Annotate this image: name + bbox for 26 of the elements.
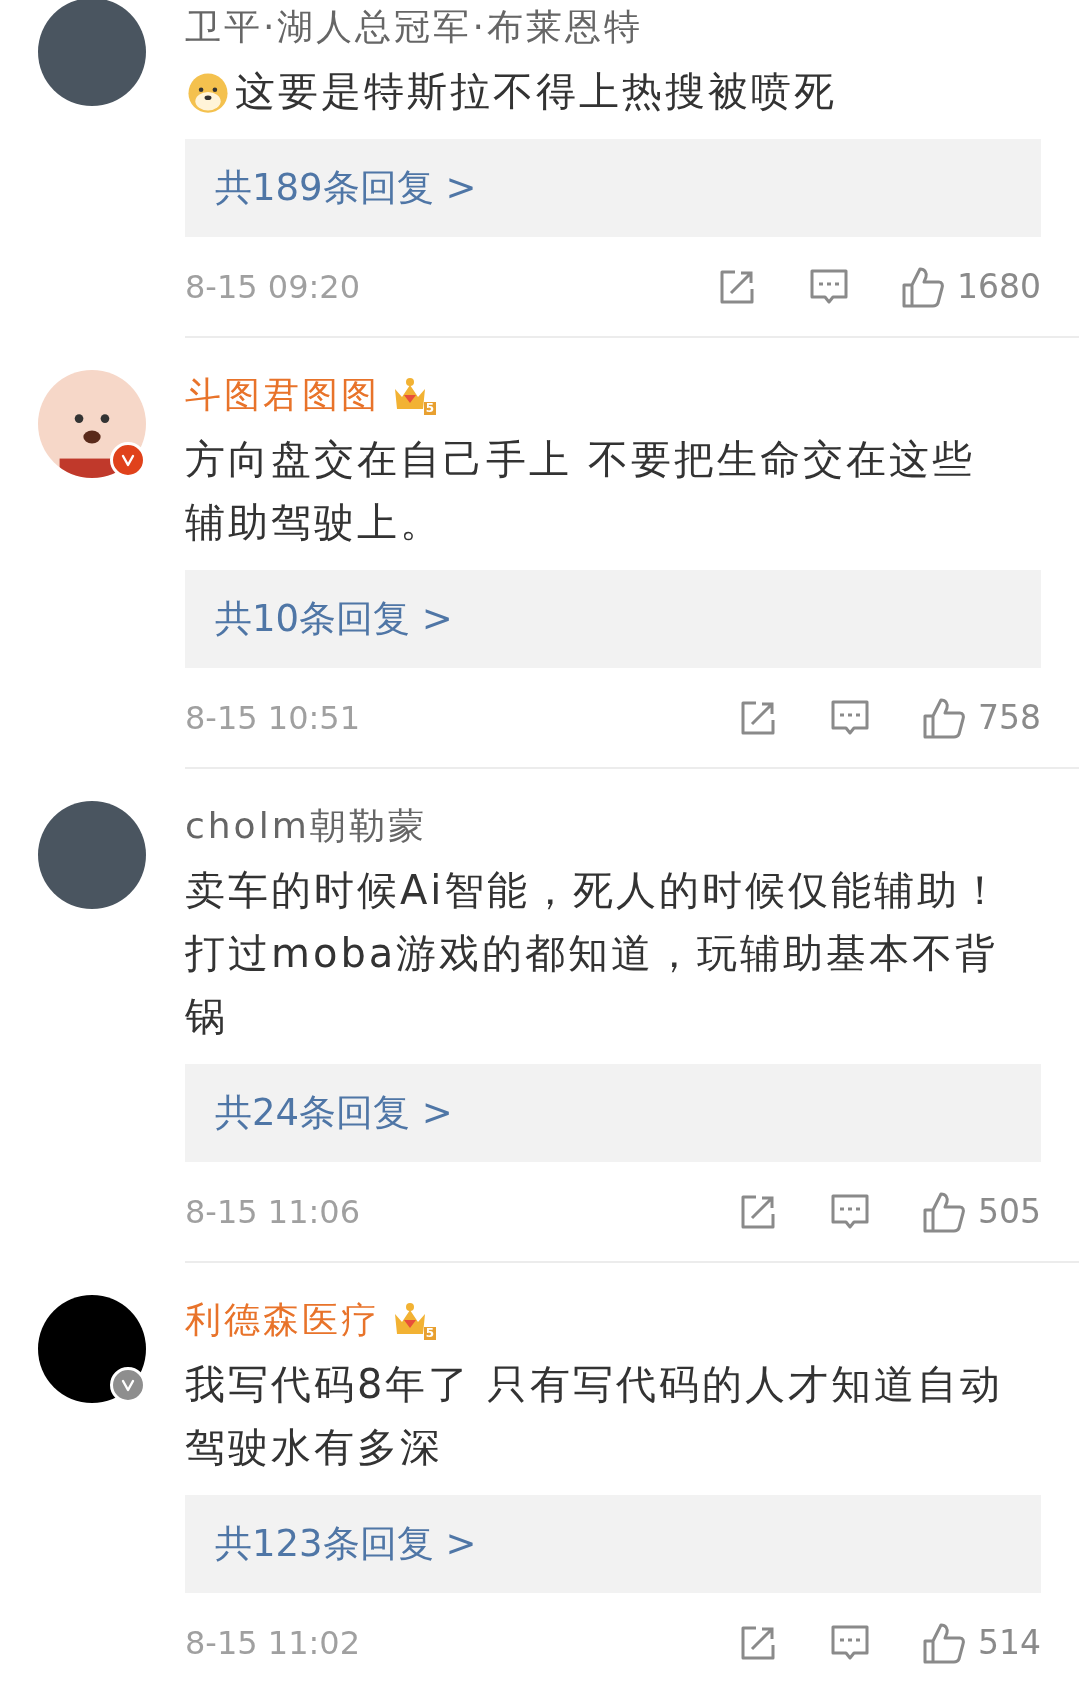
comment-text: 驾驶水有多深 (185, 1423, 443, 1472)
like-count: 758 (978, 698, 1041, 737)
comment-text: 锅 (185, 992, 228, 1041)
comment-text: 打过moba游戏的都知道，玩辅助基本不背 (185, 929, 999, 978)
comment-time: 8-15 11:06 (185, 1192, 360, 1231)
comment-time: 8-15 11:02 (185, 1623, 360, 1662)
user-name[interactable]: 利德森医疗 (185, 1295, 380, 1345)
like-count: 1680 (957, 267, 1041, 306)
comment-text: 这要是特斯拉不得上热搜被喷死 (235, 67, 837, 116)
comment-text: 卖车的时候Ai智能，死人的时候仅能辅助！ (185, 866, 1004, 915)
comment-time: 8-15 10:51 (185, 698, 360, 737)
user-name[interactable]: 卫平·湖人总冠军·布莱恩特 (185, 2, 643, 52)
comment-text: 辅助驾驶上。 (185, 498, 443, 547)
comment-text: 方向盘交在自己手上 不要把生命交在这些 (185, 435, 975, 484)
like-count: 505 (978, 1192, 1041, 1231)
replies-link[interactable]: 共123条回复 > (185, 1495, 1041, 1593)
user-name[interactable]: cholm朝勒蒙 (185, 801, 427, 851)
replies-link[interactable]: 共189条回复 > (185, 139, 1041, 237)
user-name[interactable]: 斗图君图图 (185, 370, 380, 420)
crown-level-badge: 5 (392, 1300, 436, 1340)
replies-link[interactable]: 共10条回复 > (185, 570, 1041, 668)
like-count: 514 (978, 1623, 1041, 1662)
comment-text: 我写代码8年了 只有写代码的人才知道自动 (185, 1360, 1004, 1409)
crown-level-badge: 5 (392, 375, 436, 415)
comment-time: 8-15 09:20 (185, 267, 360, 306)
replies-link[interactable]: 共24条回复 > (185, 1064, 1041, 1162)
